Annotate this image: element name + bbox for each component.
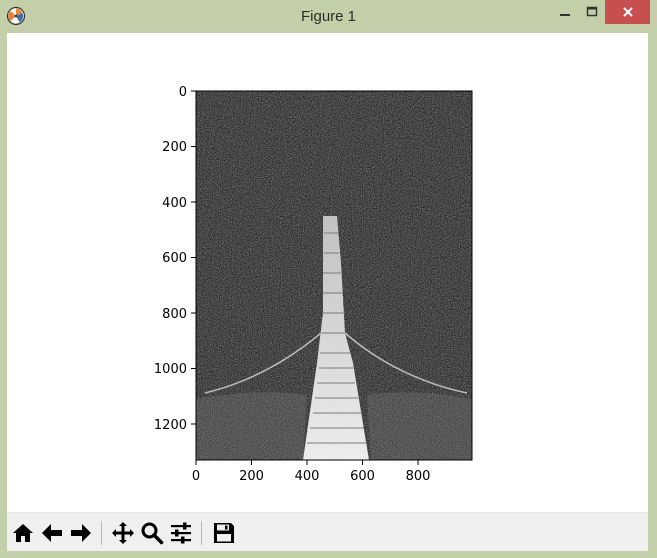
- toolbar-separator: [201, 521, 202, 545]
- sliders-icon: [171, 522, 191, 544]
- y-tick-label: 1000: [154, 362, 187, 377]
- y-tick-label: 800: [162, 307, 187, 322]
- y-tick-label: 600: [162, 251, 187, 266]
- zoom-button[interactable]: [138, 519, 166, 547]
- pan-button[interactable]: [109, 519, 137, 547]
- navigation-toolbar: [7, 512, 648, 551]
- arrow-left-icon: [42, 524, 62, 542]
- home-button[interactable]: [9, 519, 37, 547]
- configure-subplots-button[interactable]: [167, 519, 195, 547]
- x-tick-label: 400: [295, 469, 320, 484]
- title-bar[interactable]: Figure 1: [0, 0, 657, 33]
- minimize-button[interactable]: [551, 0, 578, 24]
- arrow-right-icon: [71, 524, 91, 542]
- back-button[interactable]: [38, 519, 66, 547]
- x-tick-label: 600: [350, 469, 375, 484]
- home-icon: [13, 524, 33, 542]
- maximize-button[interactable]: [578, 0, 605, 24]
- x-tick-label: 200: [239, 469, 264, 484]
- x-axis: 0 200 400 600 800: [192, 460, 431, 484]
- y-tick-label: 1200: [154, 418, 187, 433]
- y-tick-label: 400: [162, 196, 187, 211]
- y-tick-label: 200: [162, 140, 187, 155]
- move-icon: [112, 522, 134, 544]
- close-icon: [622, 7, 633, 17]
- figure-client-area: 0 200 400 600 800 1000 1200 0 200 400 60…: [7, 33, 648, 551]
- y-tick-label: 0: [179, 85, 187, 100]
- toolbar-separator: [101, 521, 102, 545]
- forward-button[interactable]: [67, 519, 95, 547]
- save-button[interactable]: [210, 519, 238, 547]
- magnifier-icon: [141, 522, 164, 545]
- x-tick-label: 0: [192, 469, 200, 484]
- floppy-disk-icon: [214, 523, 234, 543]
- figure-window: Figure 1 0 200 400 600 800 1000 1200 0 2…: [0, 0, 657, 558]
- x-tick-label: 800: [406, 469, 431, 484]
- close-button[interactable]: [605, 0, 650, 24]
- minimize-icon: [559, 14, 570, 16]
- y-axis: 0 200 400 600 800 1000 1200: [154, 85, 196, 433]
- image-plot: [195, 90, 473, 461]
- maximize-icon: [586, 6, 597, 17]
- figure-canvas[interactable]: 0 200 400 600 800 1000 1200 0 200 400 60…: [7, 33, 648, 512]
- plot-svg: 0 200 400 600 800 1000 1200 0 200 400 60…: [154, 85, 473, 484]
